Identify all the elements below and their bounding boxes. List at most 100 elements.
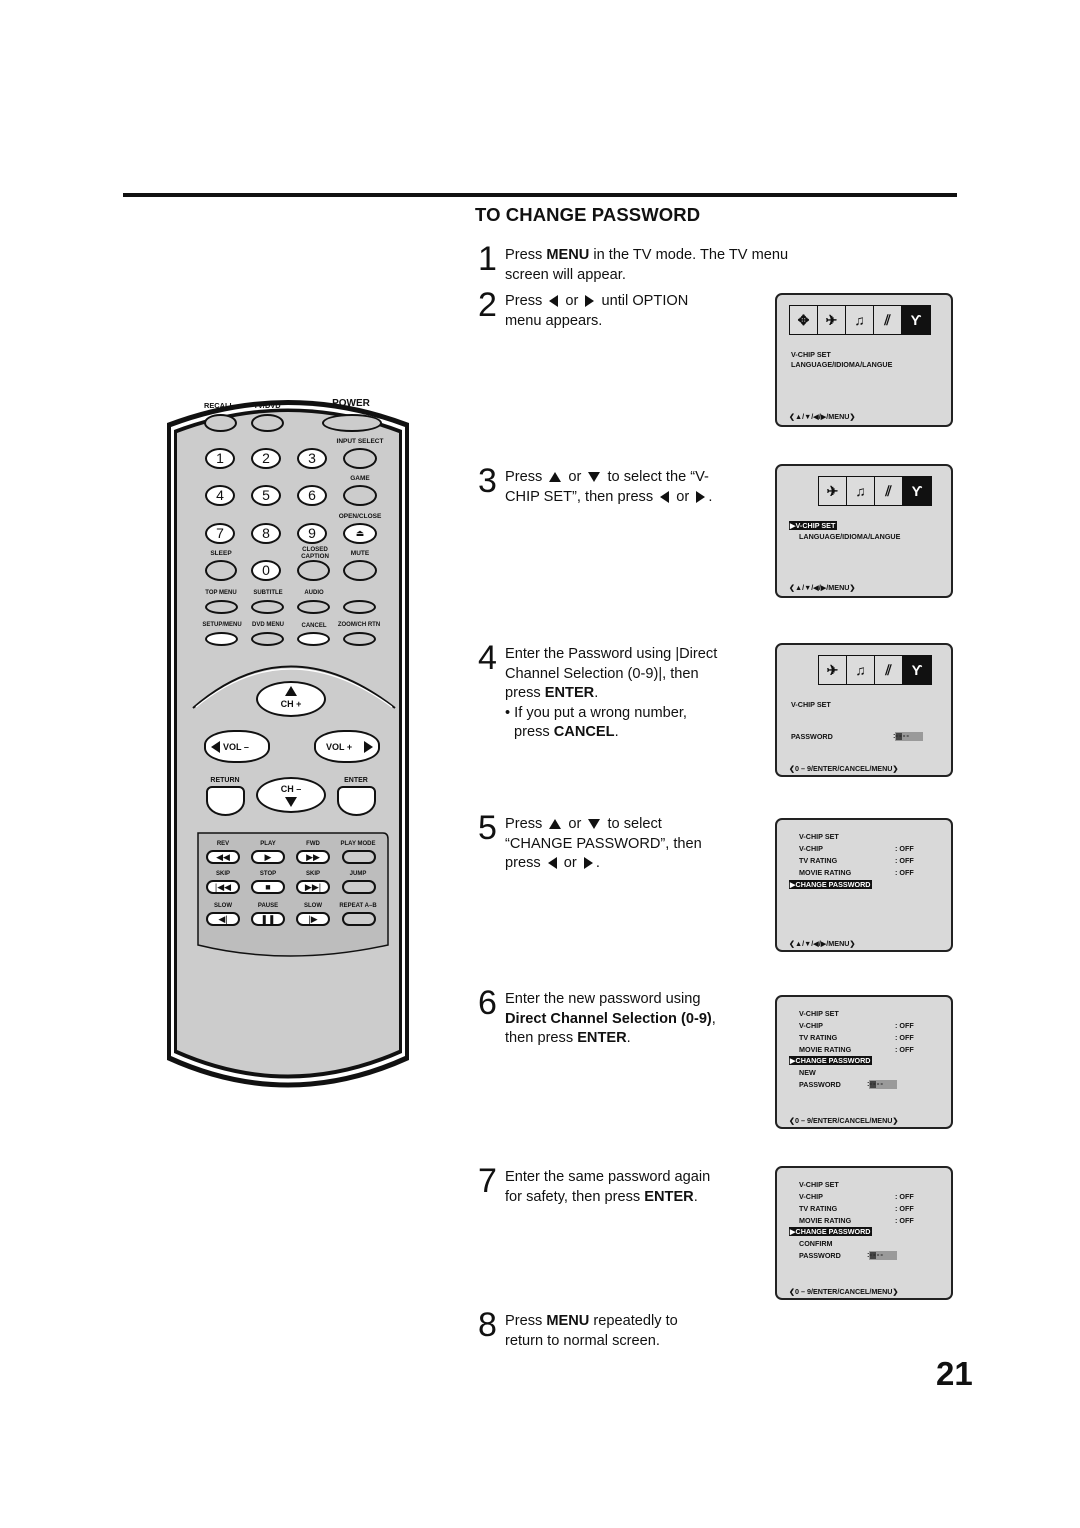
label-power: POWER [332, 398, 370, 409]
digit-4-button[interactable]: 4 [205, 485, 235, 506]
digit-5-button[interactable]: 5 [251, 485, 281, 506]
label-stop: STOP [259, 871, 277, 877]
bold-term: ENTER [544, 685, 595, 701]
digit-9-button[interactable]: 9 [297, 523, 327, 544]
audio-icon: ♫ [847, 477, 875, 505]
tools-icon: ϒ [903, 477, 931, 505]
step-line: screen will appear. [505, 266, 626, 283]
zoom-ch-rtn-button[interactable] [343, 632, 376, 646]
cancel-button[interactable] [297, 632, 330, 646]
label-skip-fwd: SKIP [305, 871, 321, 877]
menu-icon-bar: ✈ ♫ ⫽ ϒ [818, 476, 932, 506]
fwd-button[interactable]: ▶▶ [296, 850, 330, 864]
game-button[interactable] [343, 485, 377, 506]
jump-button[interactable] [342, 880, 376, 894]
step-line: Press MENU repeatedly to [505, 1313, 678, 1329]
password-label: PASSWORD [799, 1080, 841, 1089]
password-field[interactable]: : ---- [867, 1079, 898, 1089]
digit-8-button[interactable]: 8 [251, 523, 281, 544]
ch-minus-label: CH – [280, 784, 302, 794]
setting-value: : OFF [895, 844, 914, 853]
play-mode-button[interactable] [342, 850, 376, 864]
digit-0-button[interactable]: 0 [251, 560, 281, 581]
tv-screen-option-menu: ✥ ✈ ♫ ⫽ ϒ V-CHIP SET LANGUAGE/IDIOMA/LAN… [775, 293, 953, 427]
label-game: GAME [350, 475, 370, 482]
closed-caption-button[interactable] [297, 560, 330, 581]
digit-1-button[interactable]: 1 [205, 448, 235, 469]
label-play: PLAY [260, 841, 276, 847]
step-line: Press or until OPTION [505, 293, 689, 309]
return-button[interactable] [206, 786, 245, 816]
pause-icon: ❚❚ [260, 913, 276, 924]
step-line: then press ENTER. [505, 1030, 631, 1046]
power-button[interactable] [322, 414, 382, 432]
setting-label: V-CHIP [799, 1192, 823, 1201]
step-line: CHIP SET”, then press or . [505, 488, 713, 505]
vol-plus-button[interactable]: VOL + [314, 730, 380, 763]
pause-button[interactable]: ❚❚ [251, 912, 285, 926]
label-repeat-ab: REPEAT A–B [339, 903, 377, 909]
open-close-button[interactable]: ⏏ [343, 523, 377, 544]
rev-button[interactable]: ◀◀ [206, 850, 240, 864]
tv-screen-vchip-set: V-CHIP SET V-CHIP : OFF TV RATING : OFF … [775, 818, 953, 952]
recall-button[interactable] [204, 414, 237, 432]
setting-label: TV RATING [799, 1033, 838, 1042]
tv-screen-confirm-password: V-CHIP SET V-CHIP : OFF TV RATING : OFF … [775, 1166, 953, 1300]
step-text: Press or to select “CHANGE PASSWORD”, the… [505, 815, 702, 874]
password-field[interactable]: : ---- [893, 731, 924, 741]
step-number: 1 [478, 240, 497, 278]
label-setup-menu: SETUP/MENU [202, 622, 242, 628]
setting-label: MOVIE RATING [799, 1045, 852, 1054]
audio-button[interactable] [297, 600, 330, 614]
digit-2-button[interactable]: 2 [251, 448, 281, 469]
label-top-menu: TOP MENU [205, 590, 237, 596]
menu-icon-bar: ✈ ♫ ⫽ ϒ [818, 655, 932, 685]
setting-value: : OFF [895, 856, 914, 865]
subtitle-button[interactable] [251, 600, 284, 614]
play-button[interactable]: ▶ [251, 850, 285, 864]
setting-value: : OFF [895, 1192, 914, 1201]
step-text: Press or to select the “V- CHIP SET”, the… [505, 468, 712, 507]
step-number: 5 [478, 809, 497, 847]
digit-7-button[interactable]: 7 [205, 523, 235, 544]
blank-button[interactable] [343, 600, 376, 614]
top-menu-button[interactable] [205, 600, 238, 614]
tv-screen-password-entry: ✈ ♫ ⫽ ϒ V-CHIP SET PASSWORD : ---- ❮0 – 9… [775, 643, 953, 777]
play-icon: ▶ [264, 851, 272, 862]
audio-icon: ♫ [846, 306, 874, 334]
vol-minus-button[interactable]: VOL – [204, 730, 270, 763]
repeat-ab-button[interactable] [342, 912, 376, 926]
digit-3-button[interactable]: 3 [297, 448, 327, 469]
tv-screen-vchip-select: ✈ ♫ ⫽ ϒ ▶V-CHIP SET LANGUAGE/IDIOMA/LANG… [775, 464, 953, 598]
setting-value: : OFF [895, 1033, 914, 1042]
step-number: 2 [478, 286, 497, 324]
skip-fwd-button[interactable]: ▶▶| [296, 880, 330, 894]
ch-minus-button[interactable]: CH – [256, 777, 326, 813]
slow-fwd-button[interactable]: |▶ [296, 912, 330, 926]
password-field[interactable]: : ---- [867, 1250, 898, 1260]
menu-item: V-CHIP SET [791, 350, 831, 359]
digit-6-button[interactable]: 6 [297, 485, 327, 506]
stop-button[interactable]: ■ [251, 880, 285, 894]
left-arrow-icon [547, 857, 557, 870]
slow-back-button[interactable]: ◀| [206, 912, 240, 926]
step-text: Press MENU in the TV mode. The TV menu sc… [505, 246, 788, 285]
setting-label: TV RATING [799, 856, 838, 865]
dvd-menu-button[interactable] [251, 632, 284, 646]
mute-button[interactable] [343, 560, 377, 581]
ch-plus-button[interactable]: CH + [256, 681, 326, 717]
skip-back-button[interactable]: |◀◀ [206, 880, 240, 894]
sleep-button[interactable] [205, 560, 237, 581]
setup-menu-button[interactable] [205, 632, 238, 646]
tvdvd-button[interactable] [251, 414, 284, 432]
step-line: Direct Channel Selection (0-9), [505, 1010, 716, 1027]
right-arrow-icon [585, 295, 595, 308]
slow-forward-icon: |▶ [308, 913, 318, 924]
step-line: Enter the new password using [505, 991, 701, 1007]
left-arrow-icon [211, 741, 220, 753]
nav-footer: ❮▲/▼/◀/▶/MENU❯ [789, 939, 856, 948]
enter-button[interactable] [337, 786, 376, 816]
input-select-button[interactable] [343, 448, 377, 469]
nav-footer: ❮▲/▼/◀/▶/MENU❯ [789, 583, 856, 592]
label-recall: RECALL [204, 401, 234, 410]
